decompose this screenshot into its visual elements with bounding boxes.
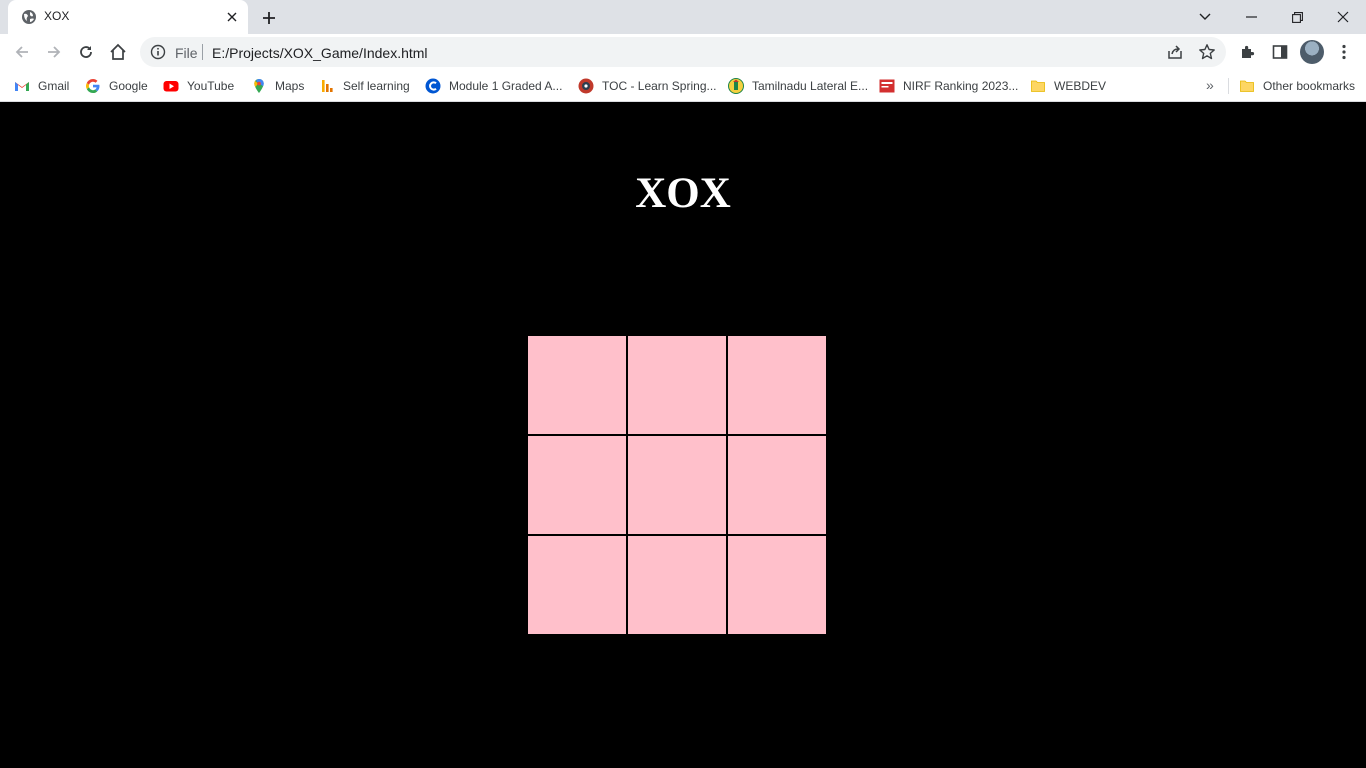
tab-title: XOX bbox=[44, 9, 70, 23]
gmail-icon bbox=[14, 78, 30, 94]
bookmark-toc[interactable]: TOC - Learn Spring... bbox=[578, 77, 717, 95]
scheme-label: File bbox=[175, 45, 198, 61]
bookmarks-overflow-icon[interactable]: » bbox=[1206, 77, 1214, 93]
new-tab-icon[interactable] bbox=[258, 7, 280, 29]
tab-search-icon[interactable] bbox=[1182, 0, 1228, 34]
google-icon bbox=[85, 78, 101, 94]
folder-icon bbox=[1030, 78, 1046, 94]
side-panel-icon[interactable] bbox=[1266, 38, 1294, 66]
maps-icon bbox=[251, 78, 267, 94]
restore-icon[interactable] bbox=[1274, 0, 1320, 34]
home-icon[interactable] bbox=[104, 38, 132, 66]
bookmark-label: Other bookmarks bbox=[1263, 79, 1356, 93]
board-cell-9[interactable] bbox=[727, 535, 827, 635]
bookmarks-bar: Gmail Google YouTube Maps Self learning … bbox=[0, 70, 1366, 102]
board-cell-3[interactable] bbox=[727, 335, 827, 435]
game-board bbox=[527, 335, 827, 635]
coursera-icon bbox=[425, 78, 441, 94]
bookmarks-divider bbox=[1228, 78, 1229, 94]
board-cell-4[interactable] bbox=[527, 435, 627, 535]
url-text[interactable]: E:/Projects/XOX_Game/Index.html bbox=[212, 45, 428, 61]
game-title: XOX bbox=[635, 170, 731, 217]
omnibox-divider bbox=[202, 44, 203, 60]
bookmark-star-icon[interactable] bbox=[1198, 43, 1216, 61]
bookmark-google[interactable]: Google bbox=[85, 77, 148, 95]
profile-avatar[interactable] bbox=[1300, 40, 1324, 64]
address-bar[interactable]: File E:/Projects/XOX_Game/Index.html bbox=[140, 37, 1226, 67]
bookmark-self-learning[interactable]: Self learning bbox=[319, 77, 410, 95]
bookmark-module-1[interactable]: Module 1 Graded A... bbox=[425, 77, 562, 95]
bookmark-youtube[interactable]: YouTube bbox=[163, 77, 234, 95]
bookmark-label: NIRF Ranking 2023... bbox=[903, 79, 1019, 93]
board-cell-5[interactable] bbox=[627, 435, 727, 535]
back-icon[interactable] bbox=[8, 38, 36, 66]
board-cell-8[interactable] bbox=[627, 535, 727, 635]
bookmark-label: Tamilnadu Lateral E... bbox=[752, 79, 869, 93]
nirf-icon bbox=[879, 78, 895, 94]
emblem-icon bbox=[728, 78, 744, 94]
tab-strip: XOX bbox=[0, 0, 1366, 34]
page-content: XOX bbox=[0, 103, 1366, 768]
bookmark-tamilnadu[interactable]: Tamilnadu Lateral E... bbox=[728, 77, 868, 95]
bookmark-label: Maps bbox=[275, 79, 305, 93]
extensions-icon[interactable] bbox=[1234, 38, 1262, 66]
browser-tab[interactable]: XOX bbox=[8, 0, 248, 34]
analytics-icon bbox=[319, 78, 335, 94]
bookmark-gmail[interactable]: Gmail bbox=[14, 77, 69, 95]
minimize-icon[interactable] bbox=[1228, 0, 1274, 34]
bookmark-label: YouTube bbox=[187, 79, 235, 93]
bookmark-other-bookmarks[interactable]: Other bookmarks bbox=[1239, 77, 1355, 95]
menu-kebab-icon[interactable] bbox=[1330, 38, 1358, 66]
bookmark-folder-webdev[interactable]: WEBDEV bbox=[1030, 77, 1106, 95]
youtube-icon bbox=[163, 78, 179, 94]
board-cell-6[interactable] bbox=[727, 435, 827, 535]
close-tab-icon[interactable] bbox=[223, 8, 241, 26]
bookmark-label: Module 1 Graded A... bbox=[449, 79, 563, 93]
bookmark-maps[interactable]: Maps bbox=[251, 77, 304, 95]
board-cell-7[interactable] bbox=[527, 535, 627, 635]
info-icon[interactable] bbox=[150, 44, 166, 60]
board-cell-2[interactable] bbox=[627, 335, 727, 435]
bookmark-label: Google bbox=[109, 79, 148, 93]
bookmark-label: TOC - Learn Spring... bbox=[602, 79, 717, 93]
forward-icon[interactable] bbox=[40, 38, 68, 66]
reload-icon[interactable] bbox=[72, 38, 100, 66]
bookmark-nirf[interactable]: NIRF Ranking 2023... bbox=[879, 77, 1018, 95]
bookmark-label: Self learning bbox=[343, 79, 410, 93]
bookmark-label: Gmail bbox=[38, 79, 70, 93]
board-cell-1[interactable] bbox=[527, 335, 627, 435]
bookmark-label: WEBDEV bbox=[1054, 79, 1107, 93]
browser-toolbar: File E:/Projects/XOX_Game/Index.html bbox=[0, 34, 1366, 70]
folder-icon bbox=[1239, 78, 1255, 94]
spring-icon bbox=[578, 78, 594, 94]
share-icon[interactable] bbox=[1166, 43, 1184, 61]
globe-icon bbox=[21, 9, 37, 25]
close-window-icon[interactable] bbox=[1320, 0, 1366, 34]
